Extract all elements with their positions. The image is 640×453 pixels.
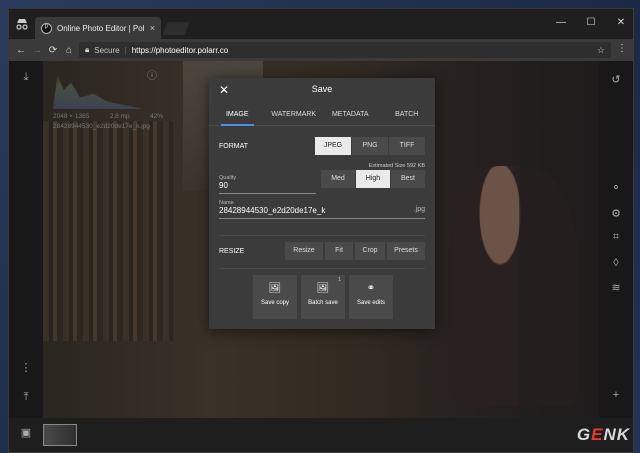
incognito-icon	[16, 19, 28, 30]
batch-count-badge: 1	[338, 277, 341, 283]
close-window-button[interactable]: ✕	[613, 17, 629, 28]
browser-toolbar: ← → ⟳ ⌂ 🔒︎ Secure | https://photoeditor.…	[9, 39, 633, 61]
image-dimensions: 2048 × 1365	[53, 113, 90, 120]
section-divider	[219, 235, 425, 236]
download-icon[interactable]: ⤓	[9, 71, 43, 84]
save-dialog: ✕ Save IMAGE WATERMARK METADATA BATCH FO…	[209, 78, 435, 329]
image-zoom: 42%	[149, 113, 163, 120]
dialog-header: ✕ Save	[209, 78, 435, 102]
lock-icon: 🔒︎	[85, 45, 90, 54]
format-jpeg-button[interactable]: JPEG	[315, 137, 351, 155]
tab-metadata[interactable]: METADATA	[322, 102, 379, 125]
tab-watermark[interactable]: WATERMARK	[266, 102, 323, 125]
omnibox-separator: |	[124, 45, 127, 55]
quality-field[interactable]: Quality 90	[219, 175, 316, 194]
name-field[interactable]: Name 28428944530_e2d20de17e_k .jpg	[219, 200, 425, 219]
photo-bookshelf	[43, 121, 173, 341]
gallery-icon[interactable]: ▣	[9, 426, 43, 439]
name-extension: .jpg	[413, 206, 425, 213]
browser-window: P Online Photo Editor | Pol × — ☐ ✕ ← → …	[8, 8, 634, 453]
back-arrow-icon[interactable]: ←	[13, 45, 29, 56]
image-filename: 28428944530_e2d20de17e_k.jpg	[53, 123, 150, 130]
tab-image[interactable]: IMAGE	[209, 102, 266, 126]
more-icon[interactable]: ⋮	[9, 361, 43, 374]
filters-icon[interactable]: ⚬	[599, 181, 633, 194]
save-copy-button[interactable]: 🖼︎ Save copy	[253, 275, 297, 319]
quality-high-button[interactable]: High	[356, 170, 390, 188]
right-sidebar: ↺ ⚬ ⚙ ⌗ ◊ ≋ +	[599, 61, 633, 418]
tab-title: Online Photo Editor | Pol	[57, 23, 145, 33]
polarr-favicon-icon: P	[41, 22, 52, 34]
section-divider-2	[219, 268, 425, 269]
format-png-button[interactable]: PNG	[352, 137, 388, 155]
quality-med-button[interactable]: Med	[321, 170, 355, 188]
filmstrip-thumbnail[interactable]	[43, 424, 77, 446]
quality-underline	[219, 193, 316, 194]
format-tiff-button[interactable]: TIFF	[389, 137, 425, 155]
minimize-button[interactable]: —	[553, 17, 569, 28]
estimated-size: Estimated Size 592 KB	[368, 163, 425, 169]
fit-button[interactable]: Fit	[325, 242, 353, 260]
resize-options: Resize Fit Crop Presets	[285, 242, 425, 260]
address-bar[interactable]: 🔒︎ Secure | https://photoeditor.polarr.c…	[79, 42, 611, 58]
image-batch-icon: 🖼︎	[316, 283, 330, 294]
home-icon[interactable]: ⌂	[61, 45, 77, 56]
format-row: FORMAT JPEG PNG TIFF	[219, 136, 425, 156]
batch-save-label: Batch save	[308, 300, 338, 306]
retouch-icon[interactable]: ◊	[599, 257, 633, 269]
layers-icon[interactable]: ≋	[599, 281, 633, 294]
dialog-tabs: IMAGE WATERMARK METADATA BATCH	[209, 102, 435, 126]
batch-save-button[interactable]: 1 🖼︎ Batch save	[301, 275, 345, 319]
image-megapixels: 2.8 mp	[109, 113, 130, 120]
tab-close-icon[interactable]: ×	[150, 23, 155, 33]
presets-button[interactable]: Presets	[387, 242, 425, 260]
bookmark-star-icon[interactable]: ☆	[597, 45, 605, 56]
secure-label: Secure	[94, 45, 120, 55]
title-bar: P Online Photo Editor | Pol × — ☐ ✕	[9, 9, 633, 39]
left-sidebar: ⤓ ⋮ ⤒	[9, 61, 43, 418]
name-row: 28428944530_e2d20de17e_k .jpg	[219, 206, 425, 215]
add-icon[interactable]: +	[599, 389, 633, 401]
quality-value: 90	[219, 181, 228, 190]
settings-icon[interactable]: ⚙	[599, 207, 633, 220]
format-selector: JPEG PNG TIFF	[315, 137, 425, 155]
url-text: https://photoeditor.polarr.co	[131, 45, 229, 55]
reload-icon[interactable]: ⟳	[45, 45, 61, 56]
upload-icon[interactable]: ⤒	[9, 391, 43, 404]
quality-selector: Med High Best	[321, 170, 425, 188]
format-label: FORMAT	[219, 142, 249, 150]
image-info: 2048 × 1365 2.8 mp 42%	[53, 113, 163, 120]
crop-button[interactable]: Crop	[355, 242, 385, 260]
quality-best-button[interactable]: Best	[391, 170, 425, 188]
image-copy-icon: 🖼︎	[268, 283, 282, 294]
dialog-title: Save	[311, 84, 333, 94]
history-icon[interactable]: ↺	[599, 73, 633, 86]
photo-shadow	[519, 61, 599, 418]
forward-arrow-icon[interactable]: →	[29, 45, 45, 56]
filters-icon: ⚭	[366, 283, 376, 294]
name-value: 28428944530_e2d20de17e_k	[219, 206, 326, 215]
resize-label: RESIZE	[219, 247, 245, 255]
browser-menu-icon[interactable]: ⋮	[617, 43, 627, 54]
name-underline	[219, 218, 425, 219]
resize-button[interactable]: Resize	[285, 242, 323, 260]
maximize-button[interactable]: ☐	[583, 17, 599, 28]
save-edits-button[interactable]: ⚭ Save edits	[349, 275, 393, 319]
crop-icon[interactable]: ⌗	[599, 231, 633, 244]
save-copy-label: Save copy	[260, 300, 290, 306]
new-tab-button[interactable]	[162, 22, 190, 35]
tab-batch[interactable]: BATCH	[379, 102, 436, 125]
browser-tab[interactable]: P Online Photo Editor | Pol ×	[35, 17, 161, 39]
filmstrip: ▣	[9, 418, 633, 452]
info-icon[interactable]: ⓘ	[147, 67, 157, 82]
save-edits-label: Save edits	[356, 300, 386, 306]
genk-watermark-logo: GENK	[576, 425, 630, 444]
resize-row: RESIZE Resize Fit Crop Presets	[219, 241, 425, 261]
